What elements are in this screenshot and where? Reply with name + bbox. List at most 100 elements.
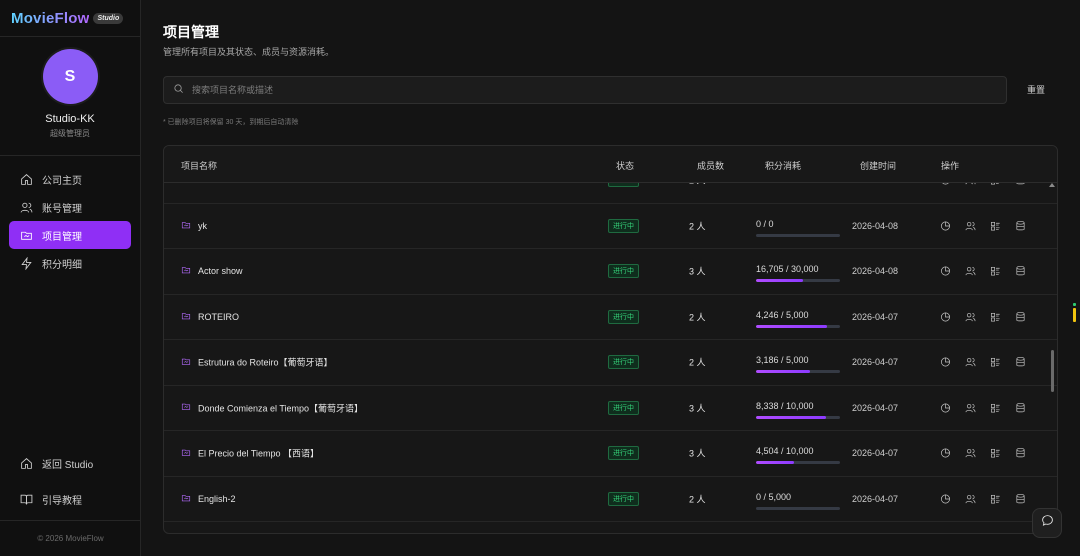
project-folder-icon (181, 220, 198, 232)
database-icon[interactable] (1014, 183, 1027, 187)
members-icon[interactable] (964, 183, 977, 187)
list-icon[interactable] (989, 401, 1002, 414)
pie-chart-icon[interactable] (939, 447, 952, 460)
database-icon[interactable] (1014, 447, 1027, 460)
table-row[interactable]: Studio Video 进行中 2 人 2026-04-10 (164, 183, 1057, 204)
credit-usage-text: 16,705 / 30,000 (756, 264, 819, 274)
pie-chart-icon[interactable] (939, 265, 952, 278)
credit-progress-fill (756, 415, 827, 419)
members-icon[interactable] (964, 356, 977, 369)
table-row[interactable]: yk 进行中 2 人 0 / 0 2026-04-08 (164, 204, 1057, 249)
lightning-icon (19, 256, 33, 270)
table-row[interactable]: El Precio del Tiempo 【西语】 进行中 3 人 4,504 … (164, 431, 1057, 477)
row-actions (939, 401, 1027, 414)
column-header-status[interactable]: 状态 (616, 159, 634, 172)
list-icon[interactable] (989, 447, 1002, 460)
sidebar-nav: 公司主页 账号管理 项目管理 积分明细 (0, 156, 140, 277)
sidebar-item-home[interactable]: 公司主页 (9, 165, 131, 193)
search-bar[interactable] (163, 76, 1007, 104)
chat-button[interactable] (1032, 508, 1062, 538)
member-count: 2 人 (689, 312, 706, 323)
members-icon[interactable] (964, 492, 977, 505)
members-icon[interactable] (964, 310, 977, 323)
reset-button[interactable]: 重置 (1027, 83, 1045, 96)
row-actions (939, 492, 1027, 505)
member-count: 3 人 (689, 403, 706, 414)
member-count: 2 人 (689, 183, 706, 187)
credit-usage: 0 / 5,000 (756, 492, 842, 510)
list-icon[interactable] (989, 183, 1002, 187)
list-icon[interactable] (989, 265, 1002, 278)
sidebar-item-projects[interactable]: 项目管理 (9, 221, 131, 249)
list-icon[interactable] (989, 356, 1002, 369)
page-title: 项目管理 (163, 24, 219, 40)
status-badge: 进行中 (608, 183, 639, 188)
scroll-up-arrow[interactable] (1049, 183, 1055, 187)
project-folder-icon (181, 311, 198, 323)
created-date: 2026-04-07 (852, 357, 899, 368)
tutorial-link[interactable]: 引导教程 (9, 485, 132, 513)
status-badge: 进行中 (608, 355, 639, 370)
brand[interactable]: MovieFlow Studio (0, 0, 140, 37)
table-row[interactable]: Donde Comienza el Tiempo【葡萄牙语】 进行中 3 人 8… (164, 386, 1057, 431)
back-to-studio-link[interactable]: 返回 Studio (9, 449, 132, 477)
project-name: El Precio del Tiempo 【西语】 (198, 448, 320, 459)
table-row[interactable]: Actor show 进行中 3 人 16,705 / 30,000 2026-… (164, 249, 1057, 295)
database-icon[interactable] (1014, 219, 1027, 232)
project-name-cell[interactable]: El Precio del Tiempo 【西语】 (181, 447, 319, 460)
copyright: © 2026 MovieFlow (0, 520, 141, 543)
column-header-name[interactable]: 项目名称 (181, 159, 217, 172)
project-name-cell[interactable]: ROTEIRO (181, 311, 239, 323)
pie-chart-icon[interactable] (939, 356, 952, 369)
project-folder-icon (181, 493, 198, 505)
project-name-cell[interactable]: Donde Comienza el Tiempo【葡萄牙语】 (181, 401, 363, 414)
database-icon[interactable] (1014, 356, 1027, 369)
database-icon[interactable] (1014, 492, 1027, 505)
project-name-cell[interactable]: Actor show (181, 265, 243, 277)
column-header-members[interactable]: 成员数 (697, 159, 724, 172)
pie-chart-icon[interactable] (939, 183, 952, 187)
list-icon[interactable] (989, 219, 1002, 232)
credit-usage: 0 / 0 (756, 219, 842, 237)
pie-chart-icon[interactable] (939, 401, 952, 414)
database-icon[interactable] (1014, 310, 1027, 323)
table-row[interactable]: Estrutura do Roteiro【葡萄牙语】 进行中 2 人 3,186… (164, 340, 1057, 386)
sidebar-item-label: 引导教程 (42, 495, 82, 507)
credit-usage: 4,246 / 5,000 (756, 310, 842, 328)
database-icon[interactable] (1014, 265, 1027, 278)
sidebar-bottom: 返回 Studio 引导教程 (0, 449, 141, 521)
project-name-cell[interactable]: Estrutura do Roteiro【葡萄牙语】 (181, 356, 333, 369)
avatar[interactable]: S (42, 49, 98, 104)
credit-progress-bar (756, 324, 840, 328)
column-header-credits[interactable]: 积分消耗 (765, 159, 801, 172)
sidebar-item-credits[interactable]: 积分明细 (9, 249, 131, 277)
members-icon[interactable] (964, 265, 977, 278)
members-icon[interactable] (964, 401, 977, 414)
credit-progress-bar (756, 279, 840, 282)
project-name-cell[interactable]: yk (181, 220, 207, 232)
scrollbar-thumb[interactable] (1051, 350, 1054, 392)
list-icon[interactable] (989, 310, 1002, 323)
member-count: 2 人 (689, 221, 706, 232)
project-name: Studio Video (198, 183, 249, 185)
project-name-cell[interactable]: Studio Video (181, 183, 249, 186)
pie-chart-icon[interactable] (939, 310, 952, 323)
table-row[interactable]: ROTEIRO 进行中 2 人 4,246 / 5,000 2026-04-07 (164, 295, 1057, 340)
column-header-created[interactable]: 创建时间 (860, 159, 896, 172)
list-icon[interactable] (989, 492, 1002, 505)
pie-chart-icon[interactable] (939, 492, 952, 505)
credit-usage-text: 8,338 / 10,000 (756, 400, 814, 411)
members-icon[interactable] (964, 219, 977, 232)
book-icon (19, 492, 33, 506)
status-badge: 进行中 (608, 446, 639, 461)
search-input[interactable] (192, 85, 892, 95)
table-row[interactable]: English-2 进行中 2 人 0 / 5,000 2026-04-07 (164, 477, 1057, 522)
brand-logo: MovieFlow (11, 9, 90, 27)
pie-chart-icon[interactable] (939, 219, 952, 232)
members-icon[interactable] (964, 447, 977, 460)
status-badge: 进行中 (608, 309, 639, 324)
sidebar-item-accounts[interactable]: 账号管理 (9, 193, 131, 221)
database-icon[interactable] (1014, 401, 1027, 414)
project-name-cell[interactable]: English-2 (181, 493, 236, 505)
created-date: 2026-04-07 (852, 311, 899, 322)
